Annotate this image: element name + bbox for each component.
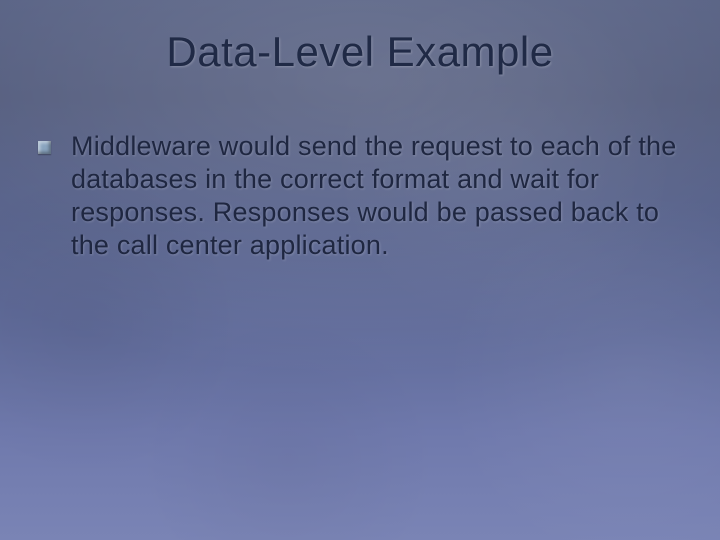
square-bullet-icon bbox=[38, 141, 51, 154]
slide-title: Data-Level Example bbox=[0, 28, 720, 76]
slide-body: Middleware would send the request to eac… bbox=[38, 130, 680, 262]
bullet-item: Middleware would send the request to eac… bbox=[38, 130, 680, 262]
bullet-text: Middleware would send the request to eac… bbox=[71, 130, 680, 262]
slide: Data-Level Example Middleware would send… bbox=[0, 0, 720, 540]
